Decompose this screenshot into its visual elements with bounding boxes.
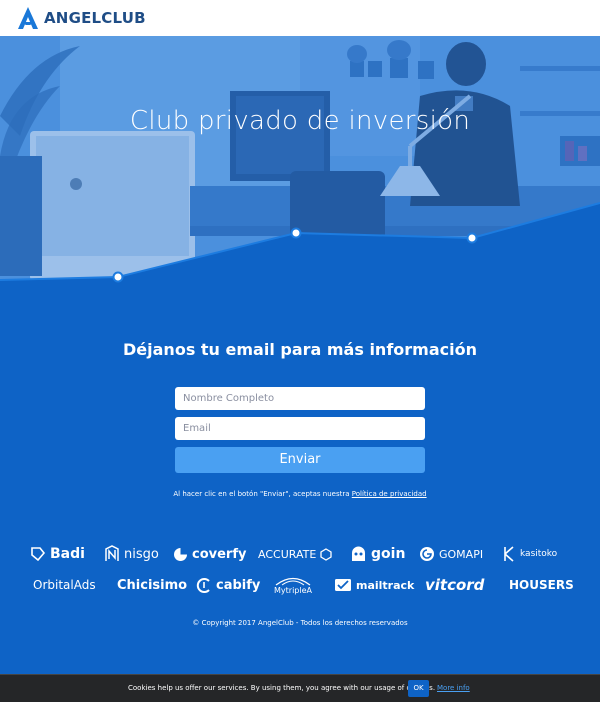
partner-logo-mailtrack[interactable]: mailtrack — [334, 573, 414, 597]
cookie-more-info-link[interactable]: More info — [437, 684, 470, 692]
legal-notice: Al hacer clic en el botón "Enviar", acep… — [0, 490, 600, 498]
partner-logo-vitcord[interactable]: vitcord — [425, 573, 484, 597]
partner-logo-mytriplea[interactable]: MytripleA — [274, 573, 312, 597]
mytriplea-icon — [275, 577, 311, 586]
goin-icon — [352, 546, 365, 561]
partner-logo-goin[interactable]: goin — [350, 542, 405, 566]
partner-row: Badi nisgo coverfy ACCURATE goin GOMAPI … — [0, 542, 600, 566]
submit-button[interactable]: Enviar — [175, 447, 425, 473]
partner-logo-cabify[interactable]: cabify — [196, 573, 260, 597]
kasitoko-icon — [504, 546, 514, 562]
angelclub-logo-icon — [18, 7, 38, 29]
partner-logo-badi[interactable]: Badi — [30, 542, 85, 566]
wave-dot — [112, 271, 124, 283]
partner-logo-nisgo[interactable]: nisgo — [104, 542, 159, 566]
top-bar: ANGELCLUB — [0, 0, 600, 36]
privacy-policy-link[interactable]: Política de privacidad — [352, 490, 427, 498]
cabify-icon — [196, 577, 210, 593]
partner-row: OrbitalAds Chicisimo cabify MytripleA ma… — [0, 573, 600, 597]
cookie-message: Cookies help us offer our services. By u… — [128, 684, 436, 692]
email-input[interactable] — [175, 417, 425, 440]
wave-dot — [290, 227, 302, 239]
partner-logo-coverfy[interactable]: coverfy — [173, 542, 246, 566]
brand-name: ANGELCLUB — [44, 9, 146, 27]
angelclub-logo[interactable]: ANGELCLUB — [18, 7, 146, 29]
gomapi-icon — [420, 547, 434, 561]
wave-dot — [466, 232, 478, 244]
partner-logo-housers[interactable]: HOUSERS — [509, 573, 574, 597]
cookie-bar: Cookies help us offer our services. By u… — [0, 674, 600, 702]
coverfy-icon — [174, 547, 187, 561]
partner-logo-accurate[interactable]: ACCURATE — [258, 542, 336, 566]
form-heading: Déjanos tu email para más información — [123, 340, 477, 359]
badi-icon — [31, 547, 46, 561]
copyright-text: © Copyright 2017 AngelClub - Todos los d… — [192, 619, 408, 627]
partner-logo-chicisimo[interactable]: Chicisimo — [117, 573, 187, 597]
legal-text: Al hacer clic en el botón "Enviar", acep… — [173, 490, 352, 498]
partner-logo-orbitalads[interactable]: OrbitalAds — [33, 573, 96, 597]
partner-logo-gomapi[interactable]: GOMAPI — [419, 542, 483, 566]
nisgo-icon — [105, 545, 119, 561]
cookie-ok-button[interactable]: OK — [408, 680, 429, 697]
accurate-icon — [320, 547, 332, 561]
full-name-input[interactable] — [175, 387, 425, 410]
mailtrack-icon — [335, 579, 351, 591]
partner-logo-kasitoko[interactable]: kasitoko — [502, 542, 557, 566]
wave-divider — [0, 202, 600, 296]
